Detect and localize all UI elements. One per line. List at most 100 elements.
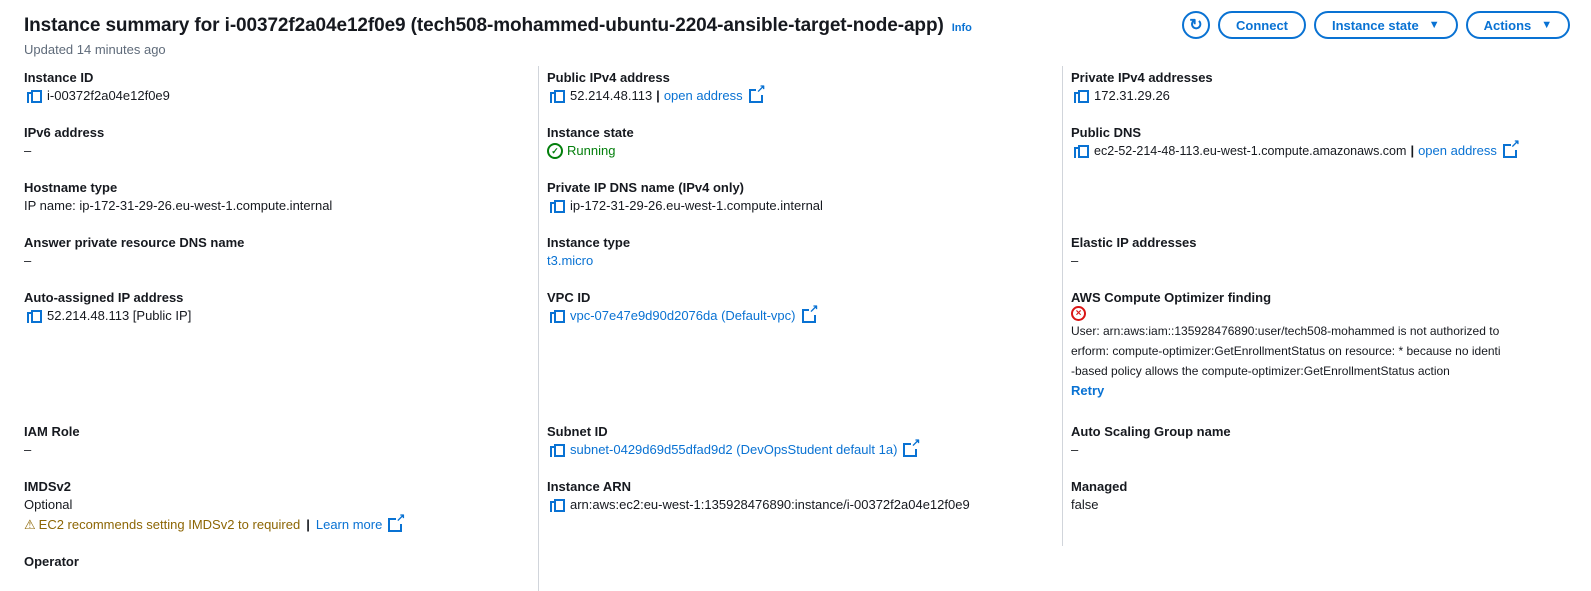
- warning-icon: ⚠: [24, 517, 36, 532]
- private-dns-label: Private IP DNS name (IPv4 only): [547, 180, 744, 195]
- instance-id-field: Instance ID i-00372f2a04e12f0e9: [24, 70, 524, 106]
- instance-id-label: Instance ID: [24, 70, 94, 85]
- imdsv2-warning: EC2 recommends setting IMDSv2 to require…: [38, 517, 301, 532]
- vpc-id-field: VPC ID vpc-07e47e9d90d2076da (Default-vp…: [547, 290, 1047, 326]
- auto-ip-label: Auto-assigned IP address: [24, 290, 184, 305]
- refresh-icon: ↻: [1189, 17, 1203, 34]
- imdsv2-value: Optional: [24, 497, 73, 512]
- open-address-link[interactable]: open address: [664, 86, 743, 106]
- managed-label: Managed: [1071, 479, 1128, 494]
- operator-label: Operator: [24, 554, 79, 569]
- instance-state-value: Running: [567, 143, 616, 158]
- instance-state-dropdown-label: Instance state: [1332, 17, 1419, 33]
- instance-arn-label: Instance ARN: [547, 479, 632, 494]
- private-ipv4-label: Private IPv4 addresses: [1071, 70, 1213, 85]
- copy-icon[interactable]: [1074, 144, 1089, 158]
- separator: |: [1410, 143, 1415, 158]
- asg-value: –: [1071, 442, 1079, 457]
- column-divider: [538, 66, 539, 591]
- connect-label: Connect: [1236, 17, 1288, 33]
- answer-dns-label: Answer private resource DNS name: [24, 235, 245, 250]
- separator: |: [656, 88, 660, 103]
- managed-value: false: [1071, 497, 1099, 512]
- copy-icon[interactable]: [550, 89, 565, 103]
- optimizer-message-line: User: arn:aws:iam::135928476890:user/tec…: [1071, 324, 1500, 338]
- public-ipv4-field: Public IPv4 address 52.214.48.113 | open a…: [547, 70, 1047, 106]
- instance-state-dropdown[interactable]: Instance state ▼: [1314, 11, 1458, 39]
- answer-dns-field: Answer private resource DNS name –: [24, 235, 524, 271]
- vpc-id-link[interactable]: vpc-07e47e9d90d2076da (Default-vpc): [570, 306, 796, 326]
- updated-timestamp: Updated 14 minutes ago: [24, 42, 166, 57]
- asg-field: Auto Scaling Group name –: [1071, 424, 1591, 460]
- instance-arn-field: Instance ARN arn:aws:ec2:eu-west-1:13592…: [547, 479, 1047, 515]
- instance-state-field: Instance state ✓ Running: [547, 125, 1047, 161]
- hostname-type-value: IP name: ip-172-31-29-26.eu-west-1.compu…: [24, 198, 333, 213]
- iam-role-label: IAM Role: [24, 424, 80, 439]
- public-ipv4-label: Public IPv4 address: [547, 70, 670, 85]
- vpc-id-label: VPC ID: [547, 290, 591, 305]
- caret-down-icon: ▼: [1428, 19, 1440, 31]
- copy-icon[interactable]: [1074, 89, 1089, 103]
- info-link[interactable]: Info: [952, 22, 972, 34]
- elastic-ip-label: Elastic IP addresses: [1071, 235, 1197, 250]
- optimizer-finding-label: AWS Compute Optimizer finding: [1071, 290, 1272, 305]
- ipv6-label: IPv6 address: [24, 125, 105, 140]
- private-dns-field: Private IP DNS name (IPv4 only) ip-172-3…: [547, 180, 1047, 216]
- copy-icon[interactable]: [550, 309, 565, 323]
- actions-dropdown[interactable]: Actions ▼: [1465, 11, 1571, 39]
- connect-button[interactable]: Connect: [1218, 11, 1306, 39]
- optimizer-message-line: -based policy allows the compute-optimiz…: [1071, 364, 1450, 378]
- hostname-type-label: Hostname type: [24, 180, 118, 195]
- elastic-ip-field: Elastic IP addresses –: [1071, 235, 1591, 271]
- public-dns-field: Public DNS ec2-52-214-48-113.eu-west-1.c…: [1071, 125, 1591, 161]
- iam-role-value: –: [24, 442, 32, 457]
- auto-ip-field: Auto-assigned IP address 52.214.48.113 […: [24, 290, 524, 326]
- external-link-icon[interactable]: [903, 438, 921, 457]
- imdsv2-label: IMDSv2: [24, 479, 71, 494]
- optimizer-message-line: erform: compute-optimizer:GetEnrollmentS…: [1071, 344, 1501, 358]
- ipv6-value: –: [24, 143, 32, 158]
- external-link-icon[interactable]: [1502, 139, 1520, 158]
- copy-icon[interactable]: [550, 443, 565, 457]
- instance-type-field: Instance type t3.micro: [547, 235, 1047, 271]
- retry-button[interactable]: Retry: [1071, 381, 1591, 401]
- elastic-ip-value: –: [1071, 253, 1079, 268]
- public-dns-value: ec2-52-214-48-113.eu-west-1.compute.amaz…: [1094, 144, 1407, 158]
- operator-field: Operator: [24, 554, 524, 570]
- answer-dns-value: –: [24, 253, 32, 268]
- open-address-link[interactable]: open address: [1418, 141, 1497, 161]
- private-ipv4-value: 172.31.29.26: [1094, 88, 1170, 103]
- caret-down-icon: ▼: [1541, 19, 1553, 31]
- external-link-icon[interactable]: [388, 513, 406, 532]
- copy-icon[interactable]: [27, 309, 42, 323]
- copy-icon[interactable]: [550, 498, 565, 512]
- external-link-icon[interactable]: [748, 84, 766, 103]
- subnet-id-link[interactable]: subnet-0429d69d55dfad9d2 (DevOpsStudent …: [570, 440, 897, 460]
- iam-role-field: IAM Role –: [24, 424, 524, 460]
- separator: |: [306, 517, 310, 532]
- instance-id-value: i-00372f2a04e12f0e9: [47, 88, 170, 103]
- error-icon: ×: [1071, 306, 1086, 321]
- copy-icon[interactable]: [27, 89, 42, 103]
- subnet-id-label: Subnet ID: [547, 424, 608, 439]
- public-ipv4-value: 52.214.48.113: [570, 88, 653, 103]
- auto-ip-value: 52.214.48.113 [Public IP]: [47, 308, 192, 323]
- copy-icon[interactable]: [550, 199, 565, 213]
- ipv6-field: IPv6 address –: [24, 125, 524, 161]
- learn-more-link[interactable]: Learn more: [316, 515, 382, 535]
- instance-arn-value: arn:aws:ec2:eu-west-1:135928476890:insta…: [570, 497, 970, 512]
- column-divider: [1062, 66, 1063, 546]
- refresh-button[interactable]: ↻: [1182, 11, 1210, 39]
- instance-type-link[interactable]: t3.micro: [547, 251, 593, 271]
- imdsv2-field: IMDSv2 Optional ⚠ EC2 recommends setting …: [24, 479, 524, 535]
- page-header: Instance summary for i-00372f2a04e12f0e9…: [24, 12, 972, 40]
- hostname-type-field: Hostname type IP name: ip-172-31-29-26.e…: [24, 180, 524, 216]
- optimizer-finding-field: AWS Compute Optimizer finding × User: ar…: [1071, 290, 1591, 401]
- instance-state-label: Instance state: [547, 125, 634, 140]
- instance-type-label: Instance type: [547, 235, 631, 250]
- check-circle-icon: ✓: [547, 143, 563, 159]
- status-badge: ✓ Running: [547, 141, 615, 161]
- managed-field: Managed false: [1071, 479, 1591, 515]
- external-link-icon[interactable]: [801, 304, 819, 323]
- private-dns-value: ip-172-31-29-26.eu-west-1.compute.intern…: [570, 198, 823, 213]
